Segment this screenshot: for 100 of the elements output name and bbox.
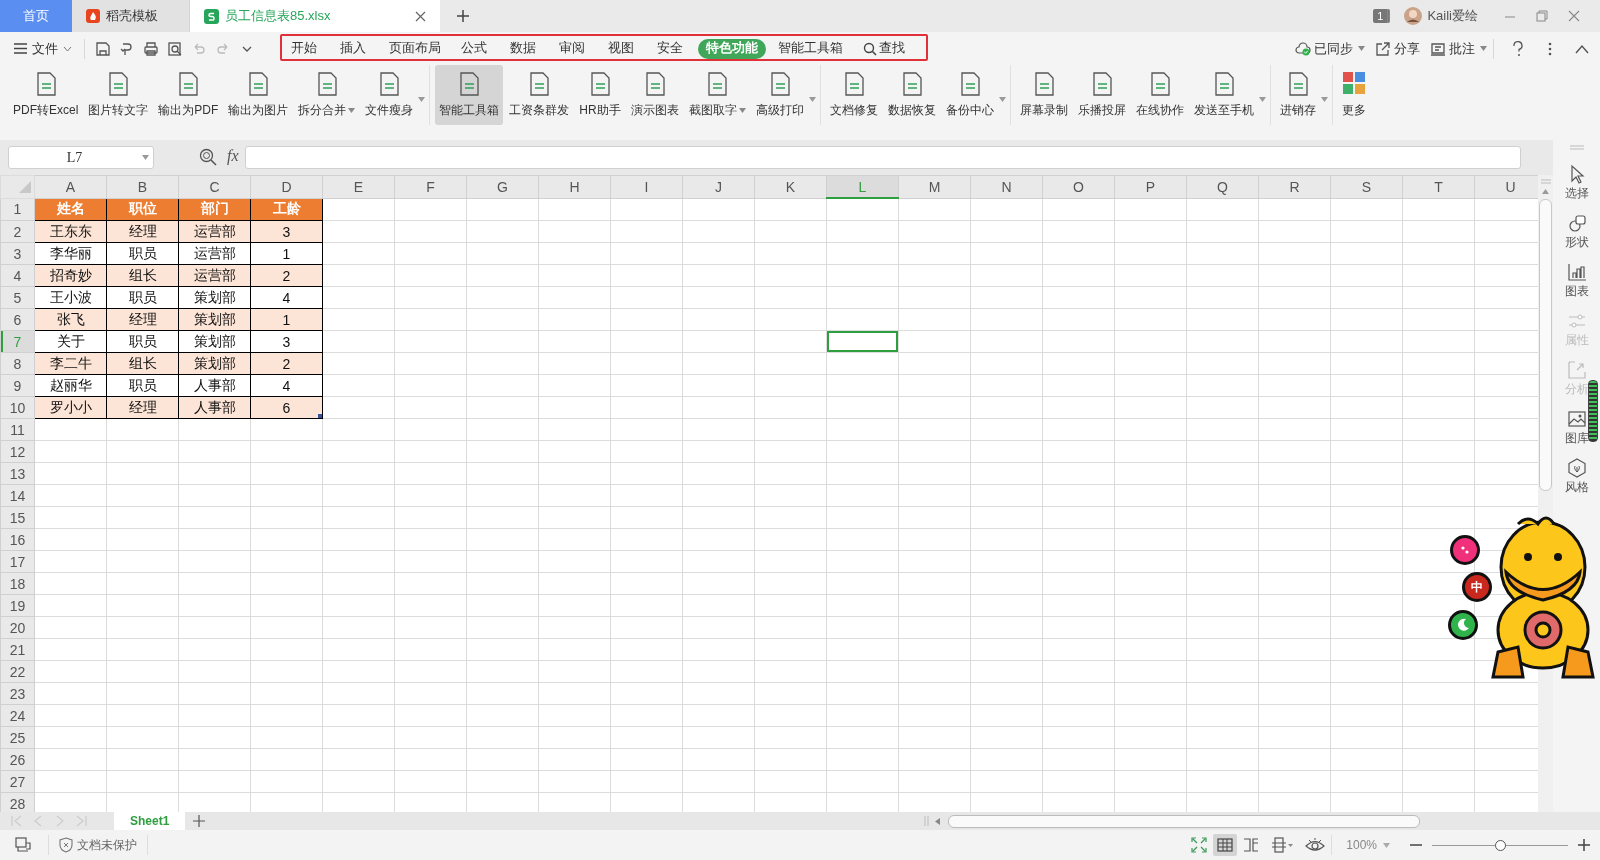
row-header[interactable]: 14 (0, 484, 35, 507)
row-header[interactable]: 28 (0, 792, 35, 812)
sheet-tab[interactable]: Sheet1 (114, 812, 186, 830)
side-panel-button[interactable]: 图表 (1564, 262, 1589, 300)
row-header[interactable]: 8 (0, 352, 35, 375)
ribbon-tab[interactable]: 智能工具箱 (770, 38, 851, 59)
ribbon-button[interactable]: 智能工具箱 (435, 65, 504, 125)
toolbar-button[interactable]: 批注 (1430, 39, 1487, 58)
row-header[interactable]: 26 (0, 748, 35, 771)
side-panel-button[interactable]: 选择 (1564, 164, 1589, 202)
row-header[interactable]: 11 (0, 418, 35, 441)
chevron-up-icon[interactable] (1575, 43, 1589, 54)
row-header[interactable]: 19 (0, 594, 35, 617)
device-icon[interactable] (14, 837, 32, 853)
grip-icon[interactable] (1569, 145, 1584, 150)
ribbon-button[interactable]: 图片转文字 (84, 65, 153, 125)
grip-icon[interactable] (1540, 179, 1551, 184)
row-header[interactable]: 22 (0, 660, 35, 683)
column-header[interactable]: E (322, 175, 395, 198)
more-icon[interactable] (1547, 40, 1553, 57)
plus-icon[interactable] (193, 815, 206, 827)
toolbar-button[interactable]: 分享 (1375, 39, 1420, 58)
row-header[interactable]: 4 (0, 264, 35, 287)
caret-icon[interactable] (808, 96, 816, 102)
eye-icon[interactable] (1305, 837, 1326, 853)
row-header[interactable]: 17 (0, 550, 35, 573)
scrollbar-thumb[interactable] (948, 814, 1420, 828)
ribbon-button[interactable]: 发送至手机 (1189, 65, 1258, 125)
toolbar-button[interactable]: 已同步 (1295, 39, 1365, 58)
column-header[interactable]: F (394, 175, 467, 198)
normal-view-button[interactable] (1213, 834, 1238, 856)
ribbon-tab[interactable]: 数据 (502, 38, 547, 59)
row-header[interactable]: 13 (0, 462, 35, 485)
caret-icon[interactable] (1320, 96, 1328, 102)
row-header[interactable]: 1 (0, 198, 35, 221)
print-preview-icon[interactable] (167, 40, 183, 57)
fullscreen-icon[interactable] (1191, 837, 1208, 853)
arrow-left-icon[interactable] (935, 817, 940, 825)
row-header[interactable]: 21 (0, 638, 35, 661)
ribbon-tab[interactable]: 开始 (283, 38, 328, 59)
zoom-icon[interactable] (199, 148, 217, 166)
ribbon-button[interactable]: 乐播投屏 (1073, 65, 1130, 125)
row-header[interactable]: 25 (0, 726, 35, 749)
column-header[interactable]: D (250, 175, 323, 198)
ribbon-button[interactable]: 拆分合并 (294, 65, 360, 125)
row-header[interactable]: 9 (0, 374, 35, 397)
row-header[interactable]: 24 (0, 704, 35, 727)
row-header[interactable]: 3 (0, 242, 35, 265)
user-name[interactable]: Kaili爱绘 (1427, 7, 1478, 25)
column-header[interactable]: G (466, 175, 539, 198)
ribbon-button[interactable]: 备份中心 (941, 65, 998, 125)
ribbon-tab[interactable]: 插入 (332, 38, 377, 59)
column-header[interactable]: M (898, 175, 971, 198)
ribbon-button[interactable]: 更多 (1337, 65, 1370, 125)
document-tab[interactable]: 稻壳模板 (72, 0, 190, 32)
column-header[interactable]: R (1258, 175, 1331, 198)
ribbon-button[interactable]: 工资条群发 (505, 65, 574, 125)
ribbon-button[interactable]: 输出为图片 (224, 65, 293, 125)
search-button[interactable]: 查找 (855, 38, 913, 59)
plus-icon[interactable] (456, 9, 470, 23)
side-panel-button[interactable]: 形状 (1564, 213, 1589, 251)
ribbon-button[interactable]: 截图取字 (684, 65, 750, 125)
column-header[interactable]: P (1114, 175, 1187, 198)
zoom-level-button[interactable]: 100% (1346, 838, 1390, 852)
print-icon[interactable] (143, 40, 159, 57)
column-header[interactable]: C (178, 175, 251, 198)
ribbon-button[interactable]: 演示图表 (626, 65, 683, 125)
protection-status[interactable]: 文档未保护 (59, 836, 137, 854)
reading-layout-icon[interactable] (1271, 837, 1294, 853)
ribbon-button[interactable]: 进销存 (1275, 65, 1320, 125)
ribbon-button[interactable]: 文档修复 (825, 65, 882, 125)
row-header[interactable]: 2 (0, 220, 35, 243)
row-header[interactable]: 5 (0, 286, 35, 309)
arrow-up-icon[interactable] (1542, 189, 1549, 194)
caret-icon[interactable] (1258, 96, 1266, 102)
ribbon-button[interactable]: PDF转Excel (9, 65, 83, 125)
row-header[interactable]: 16 (0, 528, 35, 551)
ribbon-button[interactable]: HR助手 (575, 65, 625, 125)
side-panel-button[interactable]: 图库 (1564, 409, 1589, 447)
ribbon-tab[interactable]: 页面布局 (381, 38, 449, 59)
plus-icon[interactable] (1578, 839, 1590, 851)
ribbon-button[interactable]: 高级打印 (751, 65, 808, 125)
caret-icon[interactable] (998, 96, 1006, 102)
window-count-badge[interactable]: 1 (1373, 9, 1391, 23)
restore-icon[interactable] (1536, 10, 1548, 22)
row-header[interactable]: 20 (0, 616, 35, 639)
column-header[interactable]: U (1474, 175, 1538, 198)
column-header[interactable]: O (1042, 175, 1115, 198)
function-button[interactable]: fx (227, 147, 239, 165)
row-header[interactable]: 15 (0, 506, 35, 529)
name-box[interactable]: L7 (8, 146, 154, 169)
ribbon-tab[interactable]: 公式 (453, 38, 498, 59)
caret-icon[interactable] (418, 96, 426, 102)
ribbon-button[interactable]: 数据恢复 (883, 65, 940, 125)
row-header[interactable]: 23 (0, 682, 35, 705)
column-header[interactable]: I (610, 175, 683, 198)
ribbon-button[interactable]: 在线协作 (1131, 65, 1188, 125)
save-icon[interactable] (95, 40, 111, 57)
column-header[interactable]: T (1402, 175, 1475, 198)
column-header[interactable]: B (106, 175, 179, 198)
